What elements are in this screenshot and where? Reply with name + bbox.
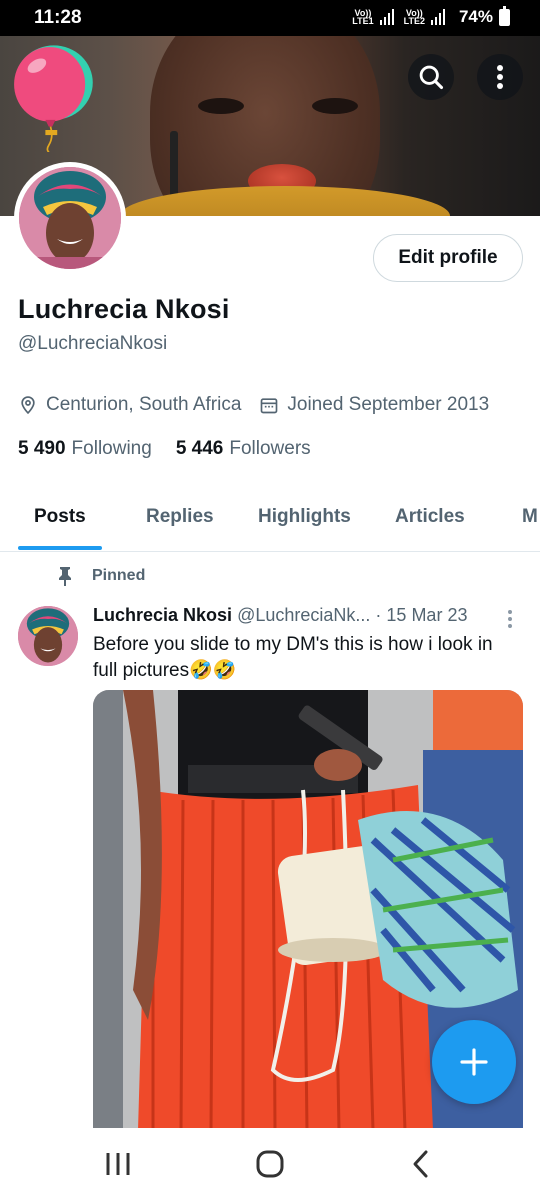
plus-icon <box>460 1048 488 1076</box>
more-options-button[interactable] <box>477 54 523 100</box>
post-more-icon[interactable] <box>506 608 514 630</box>
display-name: Luchrecia Nkosi <box>18 294 230 324</box>
location-pin-icon <box>21 396 35 415</box>
location: Centurion, South Africa <box>18 394 241 416</box>
status-time: 11:28 <box>34 7 82 28</box>
system-nav-bar <box>0 1128 540 1200</box>
battery-percent: 74% <box>458 7 493 26</box>
user-handle: @LuchreciaNkosi <box>18 333 168 354</box>
network-indicator-2: Vo)) LTE2 <box>403 8 425 26</box>
pinned-label: Pinned <box>56 566 145 586</box>
back-icon[interactable] <box>408 1148 434 1180</box>
more-vertical-icon <box>497 65 503 89</box>
avatar-illustration <box>19 167 121 269</box>
tab-media[interactable]: M <box>522 506 538 528</box>
post-header: Luchrecia Nkosi @LuchreciaNk... · 15 Mar… <box>93 605 467 626</box>
post-author-handle[interactable]: @LuchreciaNk... <box>237 605 370 625</box>
profile-meta: Centurion, South Africa Joined September… <box>18 394 507 416</box>
join-date: Joined September 2013 <box>259 394 489 416</box>
followers-link[interactable]: 5 446 Followers <box>176 438 311 460</box>
avatar-image <box>19 167 121 269</box>
active-tab-indicator <box>18 546 102 550</box>
post-author-avatar[interactable] <box>18 606 78 666</box>
search-icon <box>419 65 444 90</box>
recent-apps-icon[interactable] <box>104 1150 132 1178</box>
home-icon[interactable] <box>254 1148 286 1180</box>
profile-avatar[interactable] <box>14 162 126 274</box>
compose-post-button[interactable] <box>432 1020 516 1104</box>
signal-icon <box>430 9 445 25</box>
calendar-icon <box>261 398 278 414</box>
post-text: Before you slide to my DM's this is how … <box>93 634 493 681</box>
tab-highlights[interactable]: Highlights <box>258 506 351 528</box>
tab-posts[interactable]: Posts <box>34 506 86 528</box>
edit-profile-button[interactable]: Edit profile <box>373 234 523 282</box>
post-author-name[interactable]: Luchrecia Nkosi <box>93 605 232 625</box>
avatar-illustration <box>18 606 78 666</box>
balloon-icon <box>14 45 93 152</box>
status-bar: 11:28 Vo)) LTE1 Vo)) LTE2 74% <box>0 0 540 36</box>
follow-stats: 5 490 Following 5 446 Followers <box>18 438 311 460</box>
tab-replies[interactable]: Replies <box>146 506 214 528</box>
banner-eye <box>312 98 358 114</box>
battery-icon <box>499 5 510 26</box>
network-indicator-1: Vo)) LTE1 <box>352 8 374 26</box>
following-link[interactable]: 5 490 Following <box>18 438 152 460</box>
search-button[interactable] <box>408 54 454 100</box>
pin-icon <box>59 567 71 586</box>
status-icons: Vo)) LTE1 Vo)) LTE2 74% <box>352 5 510 27</box>
tab-articles[interactable]: Articles <box>395 506 465 528</box>
post-date[interactable]: · 15 Mar 23 <box>375 605 467 625</box>
banner-eye <box>198 98 244 114</box>
signal-icon <box>379 9 394 25</box>
profile-tabs: Posts Replies Highlights Articles M <box>0 490 540 552</box>
